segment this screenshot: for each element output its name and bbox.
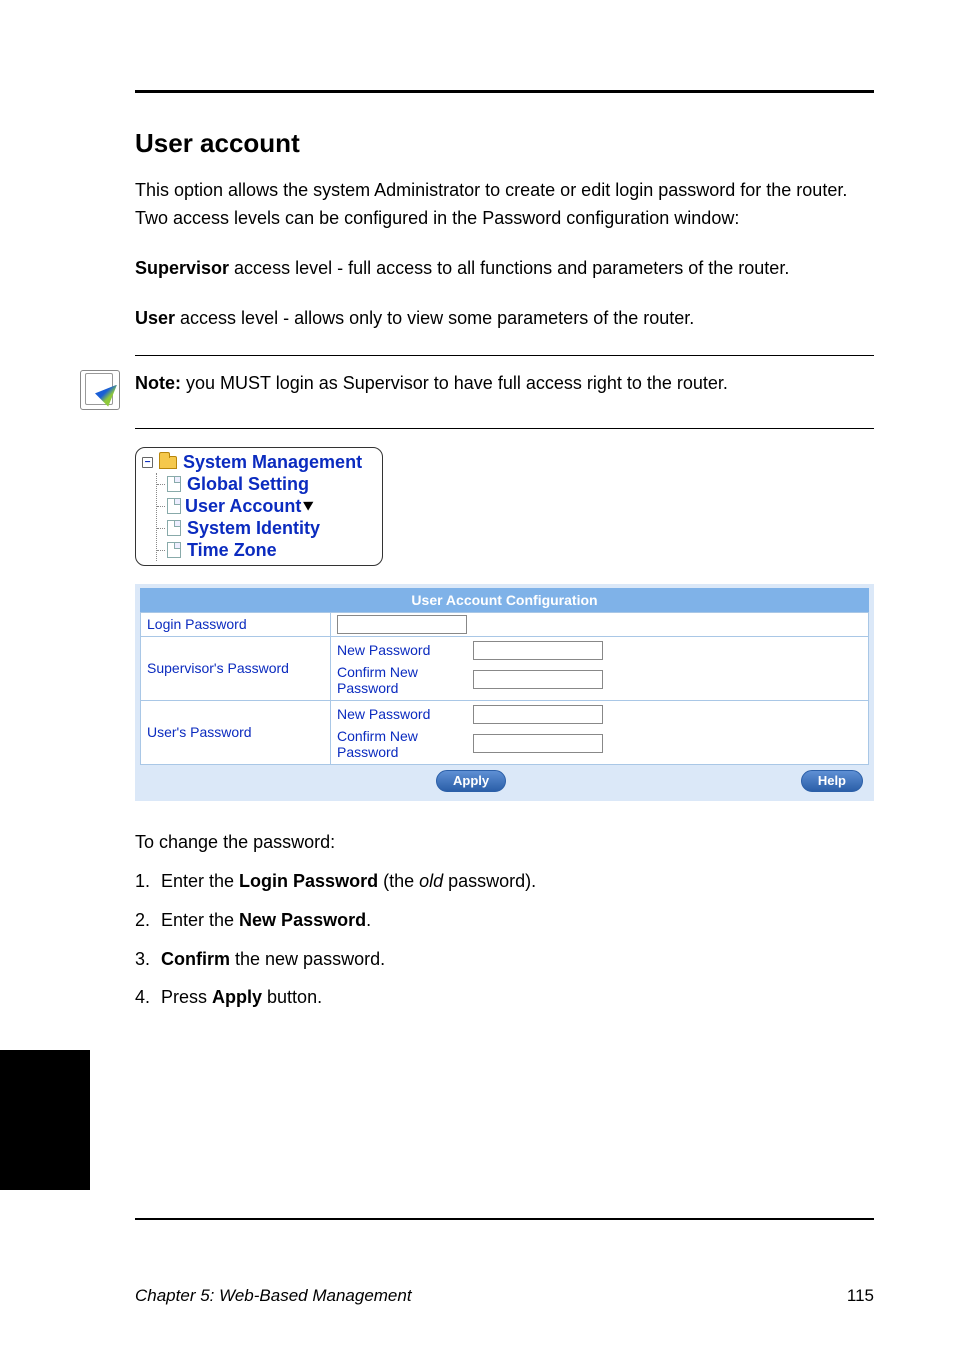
user-confirm-password-input[interactable] <box>473 734 603 753</box>
note-rule-bottom <box>135 428 874 429</box>
login-password-label: Login Password <box>141 612 331 636</box>
supervisor-desc: access level - full access to all functi… <box>229 258 789 278</box>
steps-list: Enter the Login Password (the old passwo… <box>155 866 874 1012</box>
folder-icon <box>159 456 177 469</box>
note-text: Note: you MUST login as Supervisor to ha… <box>135 370 874 397</box>
tree-item-label: Time Zone <box>187 539 277 561</box>
note-rule-top <box>135 355 874 356</box>
user-word: User <box>135 308 175 328</box>
steps-intro: To change the password: <box>135 829 874 857</box>
intro-paragraph-1: This option allows the system Administra… <box>135 177 874 233</box>
step-1: Enter the Login Password (the old passwo… <box>155 866 874 897</box>
nav-tree: − System Management Global Setting User … <box>135 447 383 566</box>
supervisor-word: Supervisor <box>135 258 229 278</box>
note-icon <box>80 370 120 410</box>
confirm-password-label: Confirm New Password <box>337 664 469 696</box>
tree-item-global-setting[interactable]: Global Setting <box>157 473 376 495</box>
tree-root-system-management[interactable]: − System Management <box>142 452 376 473</box>
bottom-rule <box>135 1218 874 1220</box>
tree-item-label: User Account <box>185 495 301 517</box>
step-2: Enter the New Password. <box>155 905 874 936</box>
note-body: you MUST login as Supervisor to have ful… <box>181 373 728 393</box>
row-login-password: Login Password <box>141 612 869 636</box>
cursor-icon <box>305 499 319 513</box>
tree-root-label: System Management <box>183 452 362 473</box>
page-icon <box>167 542 181 558</box>
config-panel: User Account Configuration Login Passwor… <box>135 584 874 801</box>
tree-item-label: Global Setting <box>187 473 309 495</box>
side-tab <box>0 1050 90 1190</box>
top-rule <box>135 90 874 93</box>
tree-item-label: System Identity <box>187 517 320 539</box>
help-button[interactable]: Help <box>801 770 863 792</box>
collapse-icon[interactable]: − <box>142 457 153 468</box>
intro-paragraph-3: User access level - allows only to view … <box>135 305 874 333</box>
config-title: User Account Configuration <box>140 588 869 612</box>
supervisor-password-label: Supervisor's Password <box>141 636 331 700</box>
new-password-label: New Password <box>337 706 469 722</box>
user-desc: access level - allows only to view some … <box>175 308 694 328</box>
tree-item-system-identity[interactable]: System Identity <box>157 517 376 539</box>
tree-item-user-account[interactable]: User Account <box>157 495 376 517</box>
tree-item-time-zone[interactable]: Time Zone <box>157 539 376 561</box>
footer-page-number: 115 <box>847 1286 874 1306</box>
step-3: Confirm the new password. <box>155 944 874 975</box>
footer-chapter: Chapter 5: Web-Based Management <box>135 1286 412 1306</box>
page-icon <box>167 476 181 492</box>
note-label: Note: <box>135 373 181 393</box>
page-icon <box>167 498 181 514</box>
supervisor-confirm-password-input[interactable] <box>473 670 603 689</box>
row-user-password: User's Password New Password Confirm New… <box>141 700 869 764</box>
confirm-password-label: Confirm New Password <box>337 728 469 760</box>
user-new-password-input[interactable] <box>473 705 603 724</box>
supervisor-new-password-input[interactable] <box>473 641 603 660</box>
row-supervisor-password: Supervisor's Password New Password Confi… <box>141 636 869 700</box>
page-icon <box>167 520 181 536</box>
new-password-label: New Password <box>337 642 469 658</box>
user-password-label: User's Password <box>141 700 331 764</box>
apply-button[interactable]: Apply <box>436 770 506 792</box>
login-password-input[interactable] <box>337 615 467 634</box>
intro-paragraph-2: Supervisor access level - full access to… <box>135 255 874 283</box>
step-4: Press Apply button. <box>155 982 874 1013</box>
section-title: User account <box>135 128 874 159</box>
